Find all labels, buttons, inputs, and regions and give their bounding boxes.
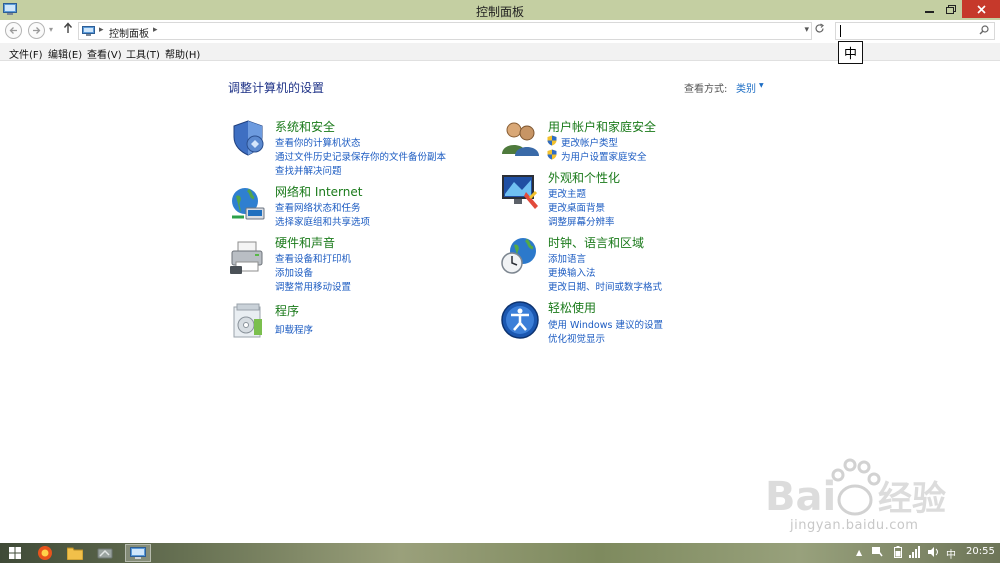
link-change-theme[interactable]: 更改主题 — [548, 186, 586, 200]
volume-icon[interactable] — [927, 546, 939, 561]
system-security-icon[interactable] — [228, 118, 268, 158]
ease-of-access-icon[interactable] — [500, 300, 540, 340]
link-uninstall-program[interactable]: 卸载程序 — [275, 322, 313, 336]
uac-shield-icon — [547, 135, 557, 146]
link-add-device[interactable]: 添加设备 — [275, 265, 313, 279]
category-ease-of-access[interactable]: 轻松使用 — [548, 299, 596, 316]
link-change-desktop-background[interactable]: 更改桌面背景 — [548, 200, 605, 214]
user-accounts-icon[interactable] — [500, 118, 540, 158]
close-button[interactable] — [962, 0, 1000, 18]
category-appearance[interactable]: 外观和个性化 — [548, 169, 620, 186]
category-clock-language-region[interactable]: 时钟、语言和区域 — [548, 234, 644, 251]
appearance-icon[interactable] — [500, 172, 540, 212]
link-homegroup-sharing[interactable]: 选择家庭组和共享选项 — [275, 214, 370, 228]
navigation-bar: ▾ ▸ 控制面板 ▸ ▾ — [0, 20, 1000, 42]
category-hardware-sound[interactable]: 硬件和声音 — [275, 234, 335, 251]
taskbar-file-explorer[interactable] — [62, 544, 88, 562]
recent-locations-dropdown[interactable]: ▾ — [49, 25, 53, 34]
link-optimize-visual-display[interactable]: 优化视觉显示 — [548, 331, 605, 345]
window-title: 控制面板 — [475, 5, 524, 19]
category-system-security[interactable]: 系统和安全 — [275, 118, 335, 135]
forward-arrow-icon — [33, 27, 41, 34]
link-family-safety[interactable]: 为用户设置家庭安全 — [561, 149, 647, 163]
breadcrumb-separator-icon[interactable]: ▸ — [99, 25, 104, 35]
close-icon — [976, 4, 986, 14]
page-title: 调整计算机的设置 — [228, 81, 325, 95]
link-file-history-backup[interactable]: 通过文件历史记录保存你的文件备份副本 — [275, 149, 446, 163]
view-by-dropdown[interactable]: 类别 — [736, 80, 756, 95]
back-arrow-icon — [9, 27, 17, 34]
network-icon[interactable] — [909, 546, 921, 561]
taskbar-browser[interactable] — [32, 544, 58, 562]
control-panel-icon — [82, 26, 95, 36]
browser-icon — [38, 546, 52, 560]
minimize-button[interactable] — [918, 0, 940, 18]
search-icon[interactable] — [979, 25, 989, 38]
network-internet-icon[interactable] — [228, 184, 268, 224]
link-view-computer-status[interactable]: 查看你的计算机状态 — [275, 135, 361, 149]
category-programs[interactable]: 程序 — [275, 302, 299, 319]
view-by-label: 查看方式: — [684, 84, 728, 95]
link-network-status-tasks[interactable]: 查看网络状态和任务 — [275, 200, 361, 214]
taskbar-app[interactable] — [92, 544, 118, 562]
address-bar[interactable]: ▸ 控制面板 ▸ ▾ — [78, 22, 812, 40]
up-arrow-icon — [63, 22, 73, 33]
hardware-sound-icon[interactable] — [228, 238, 268, 278]
svg-text:经验: 经验 — [878, 479, 946, 519]
clock[interactable]: 20:55 — [966, 546, 995, 557]
app-icon — [97, 548, 113, 559]
link-troubleshoot[interactable]: 查找并解决问题 — [275, 163, 342, 177]
taskbar-control-panel[interactable] — [125, 544, 151, 562]
forward-button[interactable] — [28, 22, 45, 39]
restore-icon — [946, 4, 956, 14]
category-user-accounts[interactable]: 用户帐户和家庭安全 — [548, 118, 656, 135]
link-mobility-settings[interactable]: 调整常用移动设置 — [275, 279, 351, 293]
refresh-button[interactable] — [814, 23, 825, 37]
show-hidden-icons-button[interactable]: ▲ — [856, 548, 862, 557]
link-add-language[interactable]: 添加语言 — [548, 251, 586, 265]
taskbar-ime-indicator[interactable]: 中 — [946, 546, 956, 561]
dropdown-arrow-icon[interactable]: ▼ — [759, 82, 764, 89]
svg-text:Bai: Bai — [765, 474, 836, 520]
watermark-url: jingyan.baidu.com — [790, 518, 919, 533]
programs-icon[interactable] — [228, 301, 268, 341]
title-bar: 控制面板 — [0, 0, 1000, 20]
menu-tools[interactable]: 工具(T) — [126, 46, 160, 61]
link-screen-resolution[interactable]: 调整屏幕分辨率 — [548, 214, 615, 228]
search-input[interactable] — [835, 22, 995, 40]
breadcrumb-separator-icon[interactable]: ▸ — [153, 25, 158, 35]
windows-start-icon — [9, 547, 21, 559]
taskbar: ▲ 中 20:55 — [0, 543, 1000, 563]
refresh-icon — [815, 23, 824, 33]
link-change-date-time-format[interactable]: 更改日期、时间或数字格式 — [548, 279, 662, 293]
link-change-account-type[interactable]: 更改帐户类型 — [561, 135, 618, 149]
link-change-input-method[interactable]: 更换输入法 — [548, 265, 596, 279]
menu-view[interactable]: 查看(V) — [87, 46, 122, 61]
action-center-icon[interactable] — [871, 546, 883, 560]
category-network-internet[interactable]: 网络和 Internet — [275, 183, 362, 200]
link-devices-printers[interactable]: 查看设备和打印机 — [275, 251, 351, 265]
address-dropdown-icon[interactable]: ▾ — [804, 25, 809, 35]
control-panel-icon — [130, 546, 146, 559]
ime-mode-indicator[interactable]: 中 — [838, 41, 863, 64]
menu-edit[interactable]: 编辑(E) — [48, 46, 82, 61]
minimize-icon — [924, 10, 934, 13]
uac-shield-icon — [547, 149, 557, 160]
clock-language-region-icon[interactable] — [500, 236, 540, 276]
start-button[interactable] — [2, 544, 28, 562]
folder-icon — [67, 547, 83, 560]
up-button[interactable] — [63, 22, 73, 38]
restore-button[interactable] — [940, 0, 962, 18]
link-windows-recommended-settings[interactable]: 使用 Windows 建议的设置 — [548, 317, 663, 331]
text-caret — [840, 25, 841, 37]
back-button[interactable] — [5, 22, 22, 39]
breadcrumb-control-panel[interactable]: 控制面板 — [109, 25, 149, 40]
menu-file[interactable]: 文件(F) — [9, 46, 43, 61]
battery-icon[interactable] — [894, 546, 902, 561]
menu-help[interactable]: 帮助(H) — [165, 46, 200, 61]
